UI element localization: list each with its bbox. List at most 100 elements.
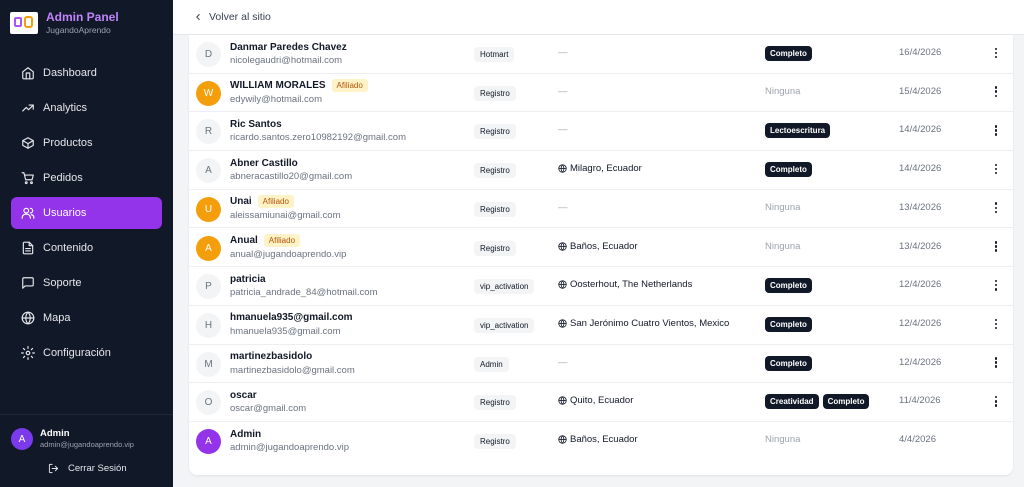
kebab-icon: [994, 279, 998, 291]
sidebar-item-label: Mapa: [43, 312, 71, 324]
user-name: oscar: [230, 389, 257, 401]
globe-icon: [21, 311, 35, 325]
app-title: Admin Panel: [46, 10, 119, 24]
sidebar-item-label: Productos: [43, 137, 93, 149]
courses: Completo: [765, 316, 816, 332]
user-name: Admin: [230, 428, 262, 440]
course-badge: Creatividad: [765, 394, 819, 410]
avatar: A: [196, 429, 221, 454]
course-badge: Completo: [765, 278, 812, 294]
courses: Completo: [765, 278, 816, 294]
more-options-button[interactable]: [991, 46, 1001, 60]
courses-none: Ninguna: [765, 434, 801, 445]
more-options-button[interactable]: [991, 162, 1001, 176]
user-email: aleissamiunai@gmail.com: [230, 209, 341, 221]
table-row[interactable]: A Anual Afiliado anual@jugandoaprendo.vip Re…: [189, 229, 1013, 268]
location: San Jerónimo Cuatro Vientos, Mexico: [558, 318, 729, 329]
sidebar-item-contenido[interactable]: Contenido: [11, 232, 162, 264]
table-row[interactable]: Ooscar oscar@gmail.com Registro Quito, Ecua…: [189, 383, 1013, 422]
chat-icon: [22, 277, 34, 289]
sidebar-item-configuracion[interactable]: Configuración: [11, 337, 162, 369]
user-email: abneracastillo20@gmail.com: [230, 171, 353, 183]
sidebar-item-mapa[interactable]: Mapa: [11, 302, 162, 334]
more-options-button[interactable]: [991, 278, 1001, 292]
more-options-button[interactable]: [991, 317, 1001, 331]
registration-date: 16/4/2026: [899, 47, 942, 58]
more-options-button[interactable]: [991, 85, 1001, 99]
logout-icon: [48, 463, 59, 474]
sidebar-item-label: Dashboard: [43, 67, 97, 79]
user-email: edywily@hotmail.com: [230, 93, 323, 105]
table-row[interactable]: Mmartinezbasidolo martinezbasidolo@gmail.…: [189, 345, 1013, 384]
trending-up-icon: [22, 104, 34, 112]
source-badge: Registro: [474, 395, 516, 411]
table-row[interactable]: D Danmar Paredes Chavez nicolegaudri@hotma…: [189, 35, 1013, 74]
source-badge: Registro: [474, 201, 516, 217]
user-email: nicolegaudri@hotmail.com: [230, 55, 343, 66]
location-text: Quito, Ecuador: [570, 395, 634, 407]
avatar: O: [196, 390, 221, 416]
table-row[interactable]: A Admin admin@jugandoaprendo.vip Registro Ba…: [189, 422, 1013, 461]
user-email: ricardo.santos.zero10982192@gmail.com: [230, 132, 406, 144]
globe-icon: [558, 396, 567, 406]
source-badge: Registro: [474, 85, 516, 101]
avatar: A: [196, 158, 221, 184]
user-email: admin@jugandoaprendo.vip: [40, 440, 134, 449]
course-badge: Completo: [765, 46, 812, 61]
back-to-site-link[interactable]: Volver al sitio: [193, 11, 271, 23]
more-options-button[interactable]: [991, 394, 1001, 408]
avatar: H: [196, 312, 221, 338]
courses: Completo: [765, 162, 816, 178]
sidebar-item-productos[interactable]: Productos: [11, 127, 162, 159]
sidebar-item-label: Contenido: [43, 242, 94, 254]
user-name: Ric Santos: [230, 118, 282, 130]
course-badge: Completo: [822, 394, 870, 410]
kebab-icon: [994, 202, 998, 214]
avatar: A: [196, 235, 221, 261]
user-email: anual@jugandoaprendo.vip: [230, 248, 347, 260]
app-subtitle: JugandoAprendo: [46, 25, 111, 35]
source-badge: Hotmart: [474, 47, 515, 62]
location: Milagro, Ecuador: [558, 163, 642, 174]
user-email: admin@jugandoaprendo.vip: [230, 442, 349, 453]
user-name: Abner Castillo: [230, 157, 298, 169]
location: Baños, Ecuador: [558, 434, 638, 445]
source-badge: Admin: [474, 356, 509, 372]
table-row[interactable]: W WILLIAM MORALES Afiliado edywily@hotmail.…: [189, 74, 1013, 113]
user-email: patricia_andrade_84@hotmail.com: [230, 287, 378, 299]
table-row[interactable]: A Abner Castillo abneracastillo20@gmail.co…: [189, 151, 1013, 190]
table-row[interactable]: U Unai Afiliado aleissamiunai@gmail.com Regi…: [189, 190, 1013, 229]
brand-logo-icon: [10, 12, 38, 34]
more-options-button[interactable]: [991, 123, 1001, 137]
more-options-button[interactable]: [991, 240, 1001, 254]
sidebar-item-pedidos[interactable]: Pedidos: [11, 162, 162, 194]
sidebar-item-dashboard[interactable]: Dashboard: [11, 57, 162, 89]
user-name: martinezbasidolo: [230, 351, 313, 363]
location-text: Milagro, Ecuador: [570, 163, 642, 175]
more-options-button[interactable]: [991, 356, 1001, 370]
sidebar-item-soporte[interactable]: Soporte: [11, 267, 162, 299]
table-row[interactable]: Ppatricia patricia_andrade_84@hotmail.com…: [189, 267, 1013, 306]
location-text: Oosterhout, The Netherlands: [570, 279, 693, 291]
table-row[interactable]: R Ric Santos ricardo.santos.zero10982192@g…: [189, 112, 1013, 152]
table-row[interactable]: Hhmanuela935@gmail.com hmanuela935@gmail.…: [189, 306, 1013, 345]
sidebar-item-analytics[interactable]: Analytics: [11, 92, 162, 124]
course-badge: Completo: [765, 162, 812, 178]
registration-date: 14/4/2026: [899, 163, 942, 175]
kebab-icon: [994, 163, 998, 175]
user-email: oscar@gmail.com: [230, 403, 307, 415]
logout-button[interactable]: Cerrar Sesión: [48, 463, 127, 474]
sidebar-nav: Dashboard Analytics Productos Pedidos Usuari…: [11, 57, 162, 372]
location-text: Baños, Ecuador: [570, 434, 638, 445]
sidebar-item-usuarios[interactable]: Usuarios: [11, 197, 162, 229]
location-empty: —: [558, 85, 568, 97]
kebab-icon: [994, 395, 998, 407]
user-name: patricia: [230, 273, 266, 285]
courses: Creatividad Completo: [765, 394, 873, 410]
brand[interactable]: Admin Panel JugandoAprendo: [10, 10, 119, 36]
chevron-left-icon: [196, 14, 200, 20]
courses-none: Ninguna: [765, 85, 801, 97]
home-icon: [22, 67, 34, 80]
globe-icon: [558, 435, 567, 444]
more-options-button[interactable]: [991, 201, 1001, 215]
